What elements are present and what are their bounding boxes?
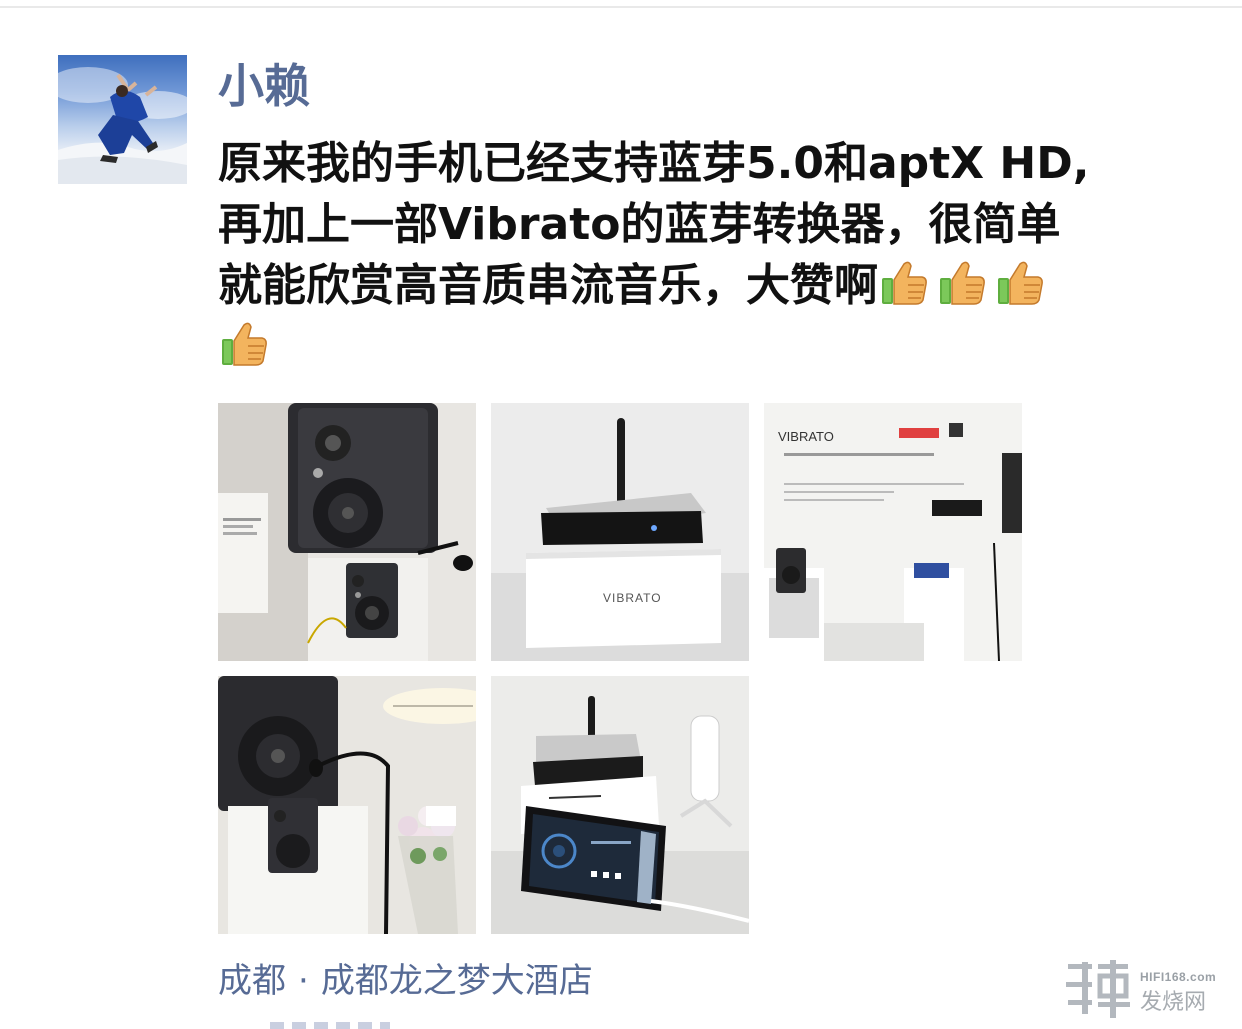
photo-device-phone — [491, 676, 749, 934]
box-brand-label: VIBRATO — [603, 591, 662, 605]
avatar-image — [58, 67, 187, 184]
watermark-url: HIFI168.com — [1140, 970, 1217, 984]
photo-speakers — [218, 403, 476, 661]
photo-speakers-lamp — [218, 676, 476, 934]
post-photo[interactable]: VIBRATO — [491, 403, 749, 661]
post-text-line-content: 就能欣赏高音质串流音乐，大赞啊 — [218, 260, 878, 311]
post-text-line — [218, 316, 1178, 377]
post-photo[interactable]: VIBRATO — [764, 403, 1022, 661]
wall-brand-label: VIBRATO — [778, 429, 834, 444]
post-photo[interactable] — [218, 403, 476, 661]
post-location[interactable]: 成都 · 成都龙之梦大酒店 — [218, 955, 593, 1007]
photo-vibrato-booth: VIBRATO — [764, 403, 1022, 661]
location-venue: 成都龙之梦大酒店 — [320, 961, 593, 1001]
post-photo[interactable] — [491, 676, 749, 934]
thumbs-up-icon — [994, 256, 1046, 308]
watermark-name: 发烧网 — [1140, 990, 1207, 1015]
location-city: 成都 — [218, 961, 286, 1001]
post-text-line: 就能欣赏高音质串流音乐，大赞啊 — [218, 255, 1178, 316]
post-text-line: 再加上一部Vibrato的蓝芽转换器，很简单 — [218, 199, 1061, 250]
location-separator: · — [298, 961, 309, 1001]
top-divider — [0, 6, 1242, 8]
post-photo[interactable] — [218, 676, 476, 934]
post-author-name[interactable]: 小赖 — [218, 56, 310, 116]
thumbs-up-icon — [878, 256, 930, 308]
post-text: 原来我的手机已经支持蓝芽5.0和aptX HD, 再加上一部Vibrato的蓝芽… — [218, 133, 1178, 377]
thumbs-up-icon — [936, 256, 988, 308]
avatar[interactable] — [58, 55, 187, 184]
photo-vibrato-device: VIBRATO — [491, 403, 749, 661]
next-post-preview — [270, 1022, 390, 1029]
post-text-line: 原来我的手机已经支持蓝芽5.0和aptX HD, — [218, 138, 1090, 189]
thumbs-up-icon — [218, 317, 270, 369]
site-watermark: HIFI168.com 发烧网 — [1062, 958, 1237, 1020]
watermark-logo-icon — [1066, 960, 1130, 1018]
